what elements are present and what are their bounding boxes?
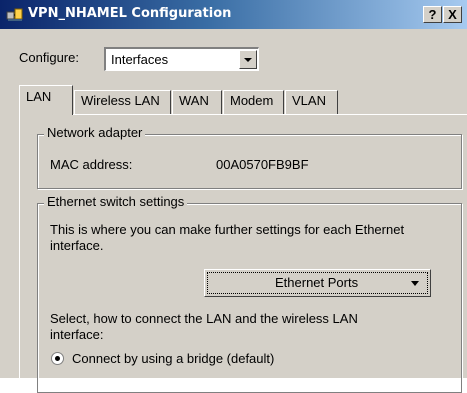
- mac-address-value: 00A0570FB9BF: [216, 157, 309, 172]
- tab-wan[interactable]: WAN: [172, 90, 222, 114]
- configure-label: Configure:: [19, 50, 79, 65]
- network-adapter-title: Network adapter: [44, 125, 146, 140]
- tab-wireless-lan[interactable]: Wireless LAN: [74, 90, 171, 114]
- config-window: VPN_NHAMEL Configuration ? X Configure: …: [0, 0, 467, 393]
- title-bar[interactable]: VPN_NHAMEL Configuration ? X: [0, 0, 467, 29]
- configure-dropdown-button[interactable]: [239, 50, 257, 69]
- ethernet-description-line2: interface.: [50, 238, 104, 253]
- tab-lan-label: LAN: [26, 89, 52, 104]
- ethernet-description-line1: This is where you can make further setti…: [50, 222, 405, 237]
- bridge-radio-label[interactable]: Connect by using a bridge (default): [72, 351, 274, 366]
- close-button[interactable]: X: [443, 6, 462, 23]
- tab-modem[interactable]: Modem: [223, 90, 284, 114]
- ethernet-ports-label: Ethernet Ports: [275, 275, 359, 290]
- tab-wireless-lan-label: Wireless LAN: [81, 93, 160, 108]
- help-button[interactable]: ?: [423, 6, 442, 23]
- tab-vlan[interactable]: VLAN: [285, 90, 338, 114]
- chevron-down-icon: [411, 281, 419, 286]
- bridge-radio[interactable]: [51, 352, 64, 365]
- radio-selected-dot: [55, 356, 60, 361]
- configure-select[interactable]: Interfaces: [104, 47, 259, 71]
- tab-vlan-label: VLAN: [292, 93, 326, 108]
- chevron-down-icon: [244, 58, 252, 62]
- ethernet-ports-button[interactable]: Ethernet Ports: [204, 269, 431, 297]
- window-title: VPN_NHAMEL Configuration: [28, 6, 232, 21]
- connect-description-line1: Select, how to connect the LAN and the w…: [50, 311, 358, 326]
- ethernet-switch-title: Ethernet switch settings: [44, 194, 188, 209]
- lan-tab-panel: Network adapter MAC address: 00A0570FB9B…: [19, 114, 467, 393]
- tab-modem-label: Modem: [230, 93, 274, 108]
- connect-description-line2: interface:: [50, 327, 104, 342]
- network-config-icon: [6, 7, 23, 22]
- tab-lan[interactable]: LAN: [19, 85, 73, 115]
- configure-select-value: Interfaces: [111, 52, 169, 67]
- mac-address-label: MAC address:: [50, 157, 133, 172]
- tab-wan-label: WAN: [179, 93, 209, 108]
